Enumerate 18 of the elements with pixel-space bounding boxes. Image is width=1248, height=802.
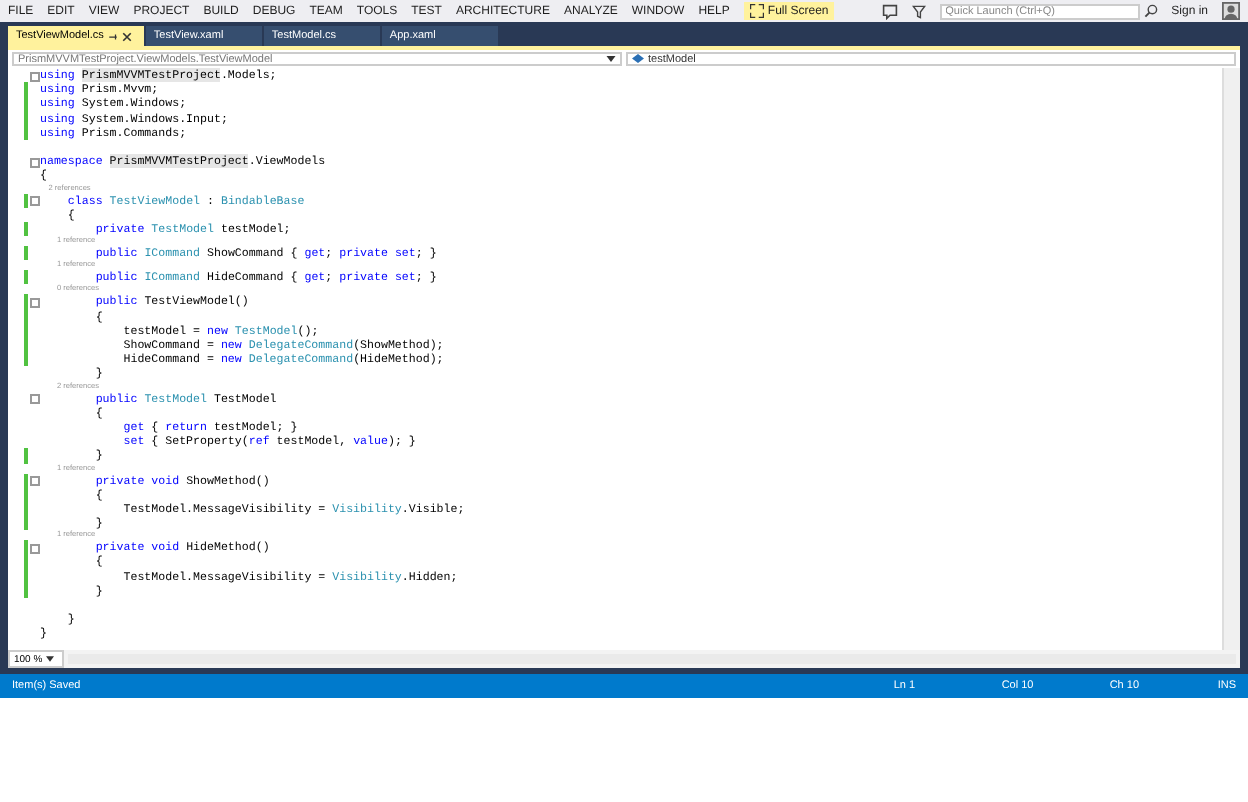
collapse-toggle[interactable] [30,157,40,168]
search-icon [1143,4,1158,18]
collapse-toggle[interactable] [30,297,40,308]
collapse-toggle[interactable] [30,476,40,486]
person-icon[interactable] [1222,2,1240,20]
collapse-toggle[interactable] [30,394,40,405]
pin-icon[interactable] [107,31,118,41]
collapse-toggle[interactable] [30,543,40,554]
code-editor[interactable] [8,68,1240,650]
caret-icon [606,56,616,62]
collapse-toggle[interactable] [30,196,40,206]
speech-bubble-icon[interactable] [881,3,898,19]
collapse-toggle[interactable] [30,71,40,81]
expand-icon [749,4,764,18]
close-icon[interactable] [121,31,132,41]
vertical-scrollbar[interactable] [1222,68,1240,650]
funnel-icon[interactable] [911,3,926,19]
caret-icon [46,656,55,662]
